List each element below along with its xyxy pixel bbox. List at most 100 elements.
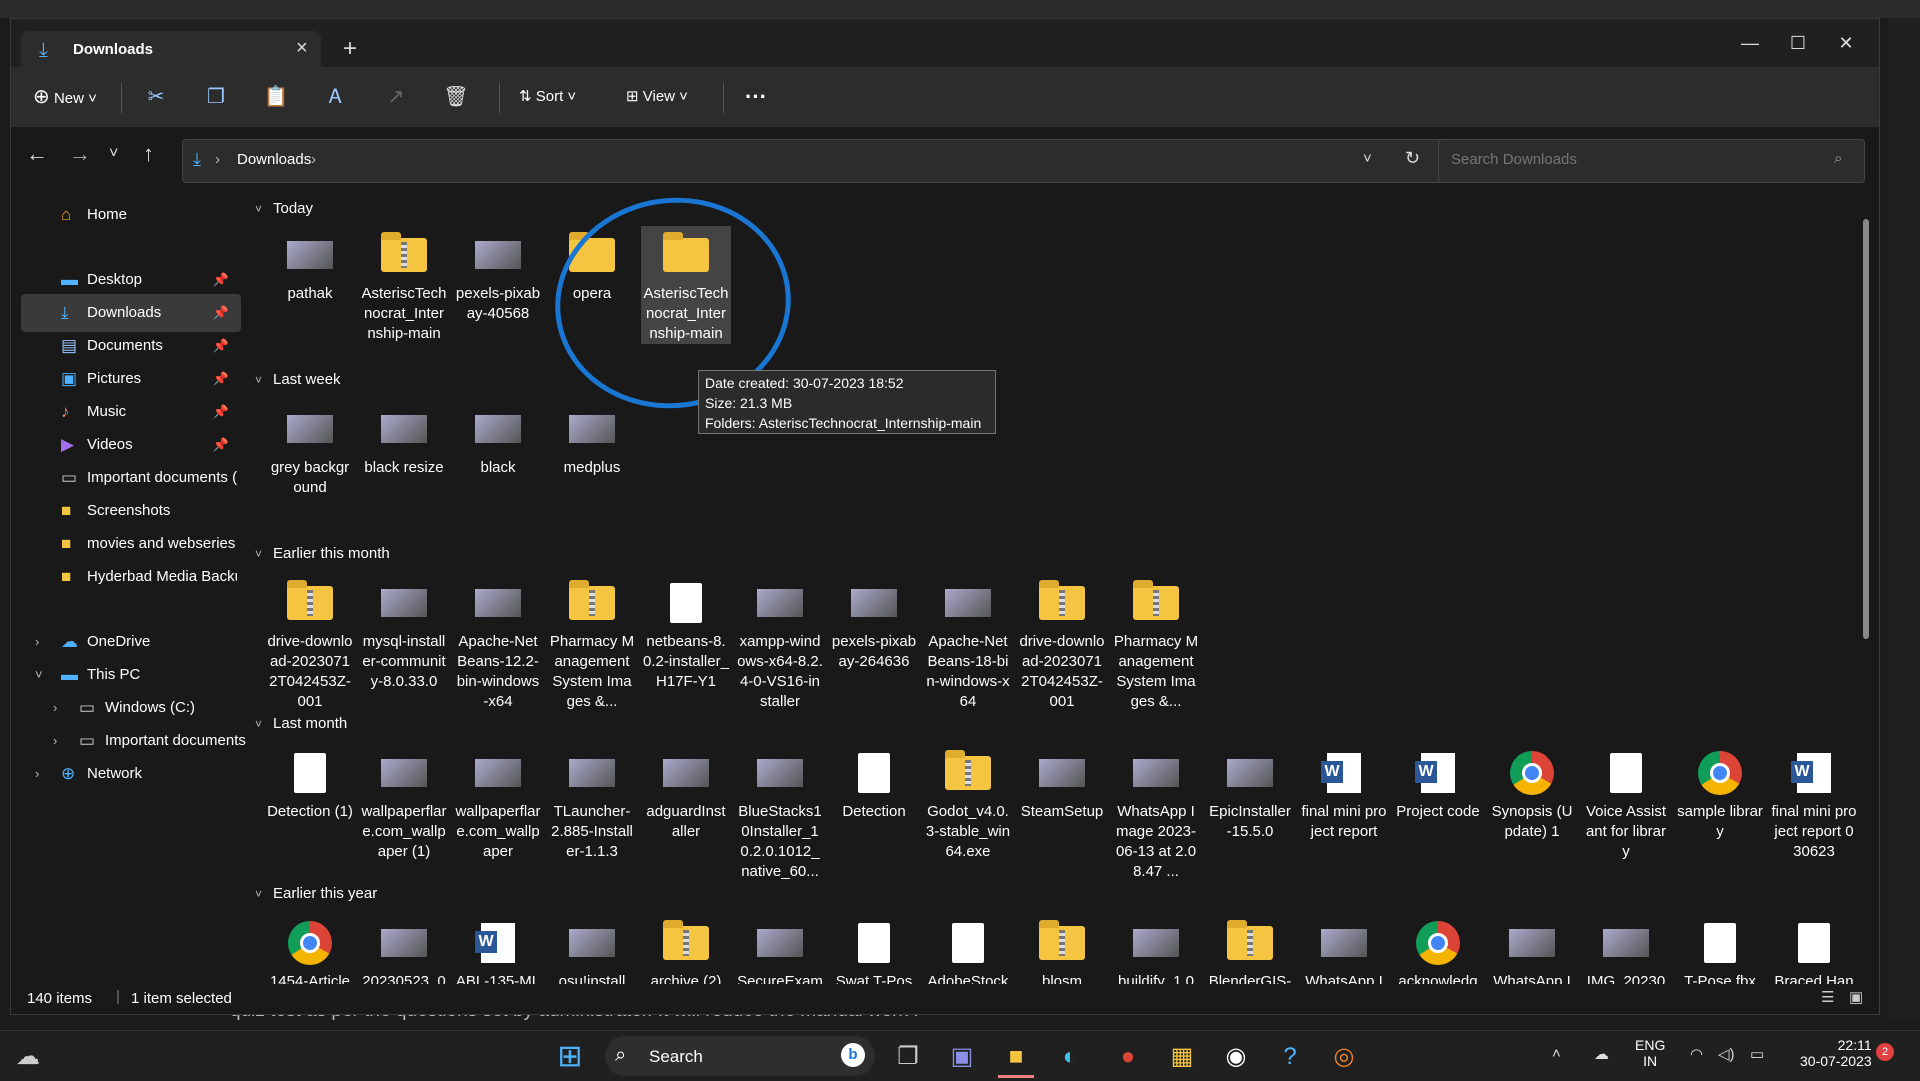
delete-icon[interactable]: 🗑 (439, 81, 473, 113)
file-item[interactable]: sample library (1675, 744, 1765, 842)
search-box[interactable]: ⌕ (1438, 139, 1865, 183)
close-tab-icon[interactable]: × (296, 37, 308, 60)
file-item[interactable]: AdobeStock 13754180 (923, 914, 1013, 984)
share-icon[interactable]: ↗ (379, 81, 413, 113)
new-tab-button[interactable]: + (343, 35, 357, 63)
maximize-button[interactable]: ☐ (1775, 25, 1821, 61)
file-item[interactable]: Braced Hang To (1769, 914, 1859, 984)
file-item[interactable]: Detection (829, 744, 919, 822)
file-item[interactable]: adguardInstaller (641, 744, 731, 842)
file-item[interactable]: Pharmacy Management System Images &... (547, 574, 637, 712)
close-window-button[interactable]: ✕ (1823, 25, 1869, 61)
file-explorer-icon[interactable]: ■ (998, 1039, 1034, 1078)
up-icon[interactable]: ↑ (143, 141, 154, 167)
file-item[interactable]: netbeans-8.0.2-installer_H17F-Y1 (641, 574, 731, 692)
file-item[interactable]: acknowledgementSlip (1393, 914, 1483, 984)
file-item[interactable]: drive-download-20230712T042453Z-001 (265, 574, 355, 712)
store-icon[interactable]: ▦ (1164, 1039, 1200, 1075)
forward-icon[interactable]: → (69, 141, 91, 167)
file-item[interactable]: 20230523_010200(pm) (359, 914, 449, 984)
minimize-button[interactable]: — (1727, 25, 1773, 61)
file-item[interactable]: Project code (1393, 744, 1483, 822)
details-view-icon[interactable]: ☰ (1821, 988, 1834, 1006)
file-item[interactable]: grey background (265, 400, 355, 498)
file-item[interactable]: T-Pose.fbx (1675, 914, 1765, 984)
file-item[interactable]: WhatsApp Image (1487, 914, 1577, 984)
chevron-right-icon[interactable]: › (35, 755, 39, 793)
new-button[interactable]: ⊕ New ˅ (33, 81, 97, 113)
file-item[interactable]: BlueStacks10Installer_10.2.0.1012_native… (735, 744, 825, 882)
onedrive-icon[interactable]: ☁ (1594, 1045, 1609, 1063)
file-item[interactable]: Pharmacy Management System Images &... (1111, 574, 1201, 712)
file-item[interactable]: xampp-windows-x64-8.2.4-0-VS16-installer (735, 574, 825, 712)
edge-icon[interactable]: ◐ (1052, 1039, 1088, 1075)
paste-icon[interactable]: 📋 (259, 81, 293, 113)
file-item[interactable]: SteamSetup (1017, 744, 1107, 822)
file-item[interactable]: Swat T-Pose.fbx (829, 914, 919, 984)
blender-icon[interactable]: ◎ (1326, 1039, 1362, 1075)
view-button[interactable]: ⊞ View ˅ (626, 81, 688, 113)
task-view-icon[interactable]: ❐ (890, 1039, 926, 1075)
file-item[interactable]: blosm (1017, 914, 1107, 984)
tiles-view-icon[interactable]: ▣ (1849, 988, 1863, 1006)
file-item[interactable]: mysql-installer-community-8.0.33.0 (359, 574, 449, 692)
file-item[interactable]: drive-download-20230712T042453Z-001 (1017, 574, 1107, 712)
file-item[interactable]: archive (2) (641, 914, 731, 984)
bing-icon[interactable]: b (841, 1043, 865, 1067)
notification-badge[interactable]: 2 (1876, 1043, 1894, 1061)
file-item[interactable]: Detection (1) (265, 744, 355, 822)
sidebar-item-home[interactable]: ⌂ Home (21, 196, 241, 234)
file-item[interactable]: wallpaperflare.com_wallpaper (453, 744, 543, 862)
refresh-icon[interactable]: ↻ (1405, 148, 1420, 169)
file-item[interactable]: SecureExamBrowserIn (735, 914, 825, 984)
file-item[interactable]: black (453, 400, 543, 478)
clock[interactable]: 22:11 30-07-2023 (1800, 1037, 1872, 1069)
more-options-icon[interactable]: ··· (745, 81, 767, 113)
chevron-up-icon[interactable]: ˄ (1552, 1045, 1561, 1062)
weather-icon[interactable]: ☁ (10, 1039, 46, 1075)
file-item[interactable]: wallpaperflare.com_wallpaper (1) (359, 744, 449, 862)
rename-icon[interactable]: Ꭺ (319, 81, 353, 113)
file-item[interactable]: EpicInstaller-15.5.0 (1205, 744, 1295, 842)
wifi-icon[interactable]: ◠ (1690, 1045, 1703, 1063)
file-item[interactable]: 1454-Article (265, 914, 355, 984)
search-icon[interactable]: ⌕ (1834, 150, 1842, 167)
chevron-right-icon[interactable]: › (311, 151, 316, 168)
github-icon[interactable]: ◉ (1218, 1039, 1254, 1075)
tab-downloads[interactable]: ⤓ Downloads × (21, 31, 321, 67)
chrome-icon[interactable]: ● (1110, 1039, 1146, 1075)
file-item[interactable]: final mini project report 030623 (1769, 744, 1859, 862)
file-item[interactable]: Synopsis (Update) 1 (1487, 744, 1577, 842)
file-item[interactable]: pexels-pixabay-40568 (453, 226, 543, 324)
start-icon[interactable]: ⊞ (552, 1039, 588, 1075)
group-header-last-month[interactable]: ˅ Last month (255, 715, 347, 732)
file-item[interactable]: WhatsApp Image 2023-06-13 at 2.08.47 ... (1111, 744, 1201, 882)
language-indicator[interactable]: ENG IN (1635, 1037, 1665, 1069)
file-item[interactable]: AsteriscTechnocrat_Internship-main (359, 226, 449, 344)
volume-icon[interactable]: ◁) (1718, 1045, 1735, 1063)
file-item[interactable]: ABL-135-ML (453, 914, 543, 984)
group-header-last-week[interactable]: ˅ Last week (255, 371, 341, 388)
file-item[interactable]: Godot_v4.0.3-stable_win64.exe (923, 744, 1013, 862)
battery-icon[interactable]: ▭ (1750, 1045, 1764, 1063)
file-item[interactable]: IMG_20230406 163954 (1581, 914, 1671, 984)
group-header-earlier-month[interactable]: ˅ Earlier this month (255, 545, 390, 562)
address-bar[interactable]: ⤓ › Downloads › ˅ ↻ (182, 139, 1444, 183)
file-item[interactable]: final mini project report (1299, 744, 1389, 842)
file-item[interactable]: WhatsApp Image (1299, 914, 1389, 984)
file-item[interactable]: pathak (265, 226, 355, 304)
file-item[interactable]: osu!install (547, 914, 637, 984)
vertical-scrollbar[interactable] (1863, 219, 1869, 639)
file-item[interactable]: black resize (359, 400, 449, 478)
sort-button[interactable]: ⇅ Sort ˅ (519, 81, 576, 113)
file-item[interactable]: TLauncher-2.885-Installer-1.1.3 (547, 744, 637, 862)
file-item[interactable]: medplus (547, 400, 637, 478)
sidebar-item-hyderbad[interactable]: ■ Hyderbad Media Backu (21, 558, 241, 596)
copy-icon[interactable]: ❐ (199, 81, 233, 113)
group-header-today[interactable]: ˅ Today (255, 200, 313, 217)
cut-icon[interactable]: ✂ (139, 81, 173, 113)
chevron-down-icon[interactable]: ˅ (1363, 150, 1372, 167)
file-item[interactable]: buildify_1.0 (1111, 914, 1201, 984)
taskbar-search[interactable]: ⌕ Search b (605, 1036, 875, 1076)
recent-locations-icon[interactable]: ˅ (109, 145, 118, 163)
